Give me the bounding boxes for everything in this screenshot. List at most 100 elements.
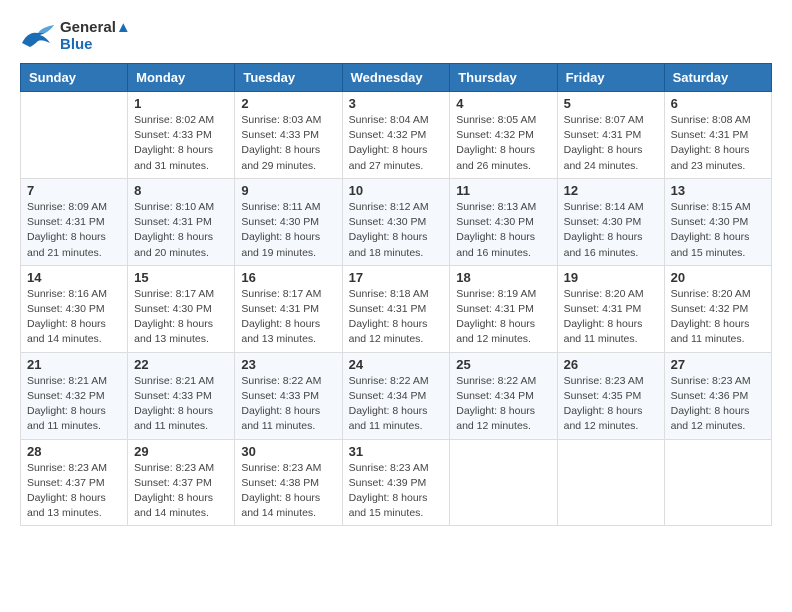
calendar-cell: 2 Sunrise: 8:03 AMSunset: 4:33 PMDaylight… xyxy=(235,92,342,179)
calendar-cell: 13 Sunrise: 8:15 AMSunset: 4:30 PMDayligh… xyxy=(664,178,771,265)
day-number: 7 xyxy=(27,183,121,198)
calendar-cell xyxy=(21,92,128,179)
day-info: Sunrise: 8:20 AMSunset: 4:32 PMDaylight:… xyxy=(671,287,765,348)
calendar-cell: 11 Sunrise: 8:13 AMSunset: 4:30 PMDayligh… xyxy=(450,178,557,265)
calendar-cell: 3 Sunrise: 8:04 AMSunset: 4:32 PMDaylight… xyxy=(342,92,450,179)
day-number: 5 xyxy=(564,96,658,111)
day-number: 26 xyxy=(564,357,658,372)
day-number: 14 xyxy=(27,270,121,285)
day-info: Sunrise: 8:02 AMSunset: 4:33 PMDaylight:… xyxy=(134,113,228,174)
day-info: Sunrise: 8:07 AMSunset: 4:31 PMDaylight:… xyxy=(564,113,658,174)
calendar-cell: 10Sunrise: 8:12 AMSunset: 4:30 PMDayligh… xyxy=(342,178,450,265)
calendar-cell: 6 Sunrise: 8:08 AMSunset: 4:31 PMDaylight… xyxy=(664,92,771,179)
calendar-week-row: 21Sunrise: 8:21 AMSunset: 4:32 PMDayligh… xyxy=(21,352,772,439)
calendar-cell xyxy=(450,439,557,526)
calendar-cell: 18 Sunrise: 8:19 AMSunset: 4:31 PMDayligh… xyxy=(450,265,557,352)
day-number: 16 xyxy=(241,270,335,285)
calendar-week-row: 28 Sunrise: 8:23 AMSunset: 4:37 PMDayligh… xyxy=(21,439,772,526)
calendar-cell: 29Sunrise: 8:23 AMSunset: 4:37 PMDayligh… xyxy=(128,439,235,526)
day-number: 13 xyxy=(671,183,765,198)
day-number: 17 xyxy=(349,270,444,285)
calendar-cell: 14 Sunrise: 8:16 AMSunset: 4:30 PMDayligh… xyxy=(21,265,128,352)
day-info: Sunrise: 8:22 AMSunset: 4:33 PMDaylight:… xyxy=(241,374,335,435)
day-number: 25 xyxy=(456,357,550,372)
day-info: Sunrise: 8:05 AMSunset: 4:32 PMDaylight:… xyxy=(456,113,550,174)
logo: General▲ Blue xyxy=(20,20,131,53)
day-info: Sunrise: 8:11 AMSunset: 4:30 PMDaylight:… xyxy=(241,200,335,261)
day-number: 11 xyxy=(456,183,550,198)
day-number: 28 xyxy=(27,444,121,459)
day-info: Sunrise: 8:21 AMSunset: 4:32 PMDaylight:… xyxy=(27,374,121,435)
day-info: Sunrise: 8:23 AMSunset: 4:38 PMDaylight:… xyxy=(241,461,335,522)
calendar-cell: 24 Sunrise: 8:22 AMSunset: 4:34 PMDayligh… xyxy=(342,352,450,439)
day-info: Sunrise: 8:22 AMSunset: 4:34 PMDaylight:… xyxy=(456,374,550,435)
day-info: Sunrise: 8:19 AMSunset: 4:31 PMDaylight:… xyxy=(456,287,550,348)
day-info: Sunrise: 8:04 AMSunset: 4:32 PMDaylight:… xyxy=(349,113,444,174)
day-number: 8 xyxy=(134,183,228,198)
calendar-cell: 23 Sunrise: 8:22 AMSunset: 4:33 PMDayligh… xyxy=(235,352,342,439)
day-number: 4 xyxy=(456,96,550,111)
day-info: Sunrise: 8:09 AMSunset: 4:31 PMDaylight:… xyxy=(27,200,121,261)
calendar-header-row: SundayMondayTuesdayWednesdayThursdayFrid… xyxy=(21,64,772,92)
day-of-week-header: Wednesday xyxy=(342,64,450,92)
calendar-week-row: 7 Sunrise: 8:09 AMSunset: 4:31 PMDaylight… xyxy=(21,178,772,265)
calendar-cell: 12 Sunrise: 8:14 AMSunset: 4:30 PMDayligh… xyxy=(557,178,664,265)
calendar-cell: 7 Sunrise: 8:09 AMSunset: 4:31 PMDaylight… xyxy=(21,178,128,265)
calendar-cell: 17 Sunrise: 8:18 AMSunset: 4:31 PMDayligh… xyxy=(342,265,450,352)
calendar-cell: 20Sunrise: 8:20 AMSunset: 4:32 PMDayligh… xyxy=(664,265,771,352)
day-info: Sunrise: 8:13 AMSunset: 4:30 PMDaylight:… xyxy=(456,200,550,261)
day-number: 10 xyxy=(349,183,444,198)
day-info: Sunrise: 8:15 AMSunset: 4:30 PMDaylight:… xyxy=(671,200,765,261)
day-number: 24 xyxy=(349,357,444,372)
day-number: 23 xyxy=(241,357,335,372)
calendar-cell: 1 Sunrise: 8:02 AMSunset: 4:33 PMDaylight… xyxy=(128,92,235,179)
day-info: Sunrise: 8:22 AMSunset: 4:34 PMDaylight:… xyxy=(349,374,444,435)
calendar-cell: 8 Sunrise: 8:10 AMSunset: 4:31 PMDaylight… xyxy=(128,178,235,265)
day-info: Sunrise: 8:16 AMSunset: 4:30 PMDaylight:… xyxy=(27,287,121,348)
logo-icon xyxy=(20,23,56,51)
day-info: Sunrise: 8:08 AMSunset: 4:31 PMDaylight:… xyxy=(671,113,765,174)
calendar-table: SundayMondayTuesdayWednesdayThursdayFrid… xyxy=(20,63,772,526)
day-number: 1 xyxy=(134,96,228,111)
day-of-week-header: Friday xyxy=(557,64,664,92)
calendar-cell: 30Sunrise: 8:23 AMSunset: 4:38 PMDayligh… xyxy=(235,439,342,526)
day-info: Sunrise: 8:10 AMSunset: 4:31 PMDaylight:… xyxy=(134,200,228,261)
calendar-cell: 21Sunrise: 8:21 AMSunset: 4:32 PMDayligh… xyxy=(21,352,128,439)
calendar-cell: 26 Sunrise: 8:23 AMSunset: 4:35 PMDayligh… xyxy=(557,352,664,439)
day-number: 6 xyxy=(671,96,765,111)
day-info: Sunrise: 8:03 AMSunset: 4:33 PMDaylight:… xyxy=(241,113,335,174)
day-info: Sunrise: 8:18 AMSunset: 4:31 PMDaylight:… xyxy=(349,287,444,348)
day-number: 9 xyxy=(241,183,335,198)
day-info: Sunrise: 8:17 AMSunset: 4:31 PMDaylight:… xyxy=(241,287,335,348)
day-info: Sunrise: 8:23 AMSunset: 4:37 PMDaylight:… xyxy=(27,461,121,522)
day-number: 31 xyxy=(349,444,444,459)
day-number: 19 xyxy=(564,270,658,285)
calendar-cell: 9 Sunrise: 8:11 AMSunset: 4:30 PMDaylight… xyxy=(235,178,342,265)
day-number: 2 xyxy=(241,96,335,111)
day-info: Sunrise: 8:17 AMSunset: 4:30 PMDaylight:… xyxy=(134,287,228,348)
day-of-week-header: Saturday xyxy=(664,64,771,92)
day-number: 18 xyxy=(456,270,550,285)
calendar-body: 1 Sunrise: 8:02 AMSunset: 4:33 PMDaylight… xyxy=(21,92,772,526)
calendar-week-row: 1 Sunrise: 8:02 AMSunset: 4:33 PMDaylight… xyxy=(21,92,772,179)
day-of-week-header: Monday xyxy=(128,64,235,92)
calendar-cell: 28 Sunrise: 8:23 AMSunset: 4:37 PMDayligh… xyxy=(21,439,128,526)
day-number: 15 xyxy=(134,270,228,285)
page-header: General▲ Blue xyxy=(20,20,772,53)
calendar-cell xyxy=(664,439,771,526)
calendar-cell: 25 Sunrise: 8:22 AMSunset: 4:34 PMDayligh… xyxy=(450,352,557,439)
calendar-cell: 16 Sunrise: 8:17 AMSunset: 4:31 PMDayligh… xyxy=(235,265,342,352)
day-info: Sunrise: 8:23 AMSunset: 4:35 PMDaylight:… xyxy=(564,374,658,435)
day-of-week-header: Sunday xyxy=(21,64,128,92)
day-number: 3 xyxy=(349,96,444,111)
day-info: Sunrise: 8:23 AMSunset: 4:39 PMDaylight:… xyxy=(349,461,444,522)
day-number: 27 xyxy=(671,357,765,372)
day-of-week-header: Tuesday xyxy=(235,64,342,92)
calendar-cell: 31 Sunrise: 8:23 AMSunset: 4:39 PMDayligh… xyxy=(342,439,450,526)
day-info: Sunrise: 8:23 AMSunset: 4:36 PMDaylight:… xyxy=(671,374,765,435)
calendar-cell: 15 Sunrise: 8:17 AMSunset: 4:30 PMDayligh… xyxy=(128,265,235,352)
day-info: Sunrise: 8:14 AMSunset: 4:30 PMDaylight:… xyxy=(564,200,658,261)
day-number: 22 xyxy=(134,357,228,372)
day-number: 12 xyxy=(564,183,658,198)
calendar-cell: 27 Sunrise: 8:23 AMSunset: 4:36 PMDayligh… xyxy=(664,352,771,439)
